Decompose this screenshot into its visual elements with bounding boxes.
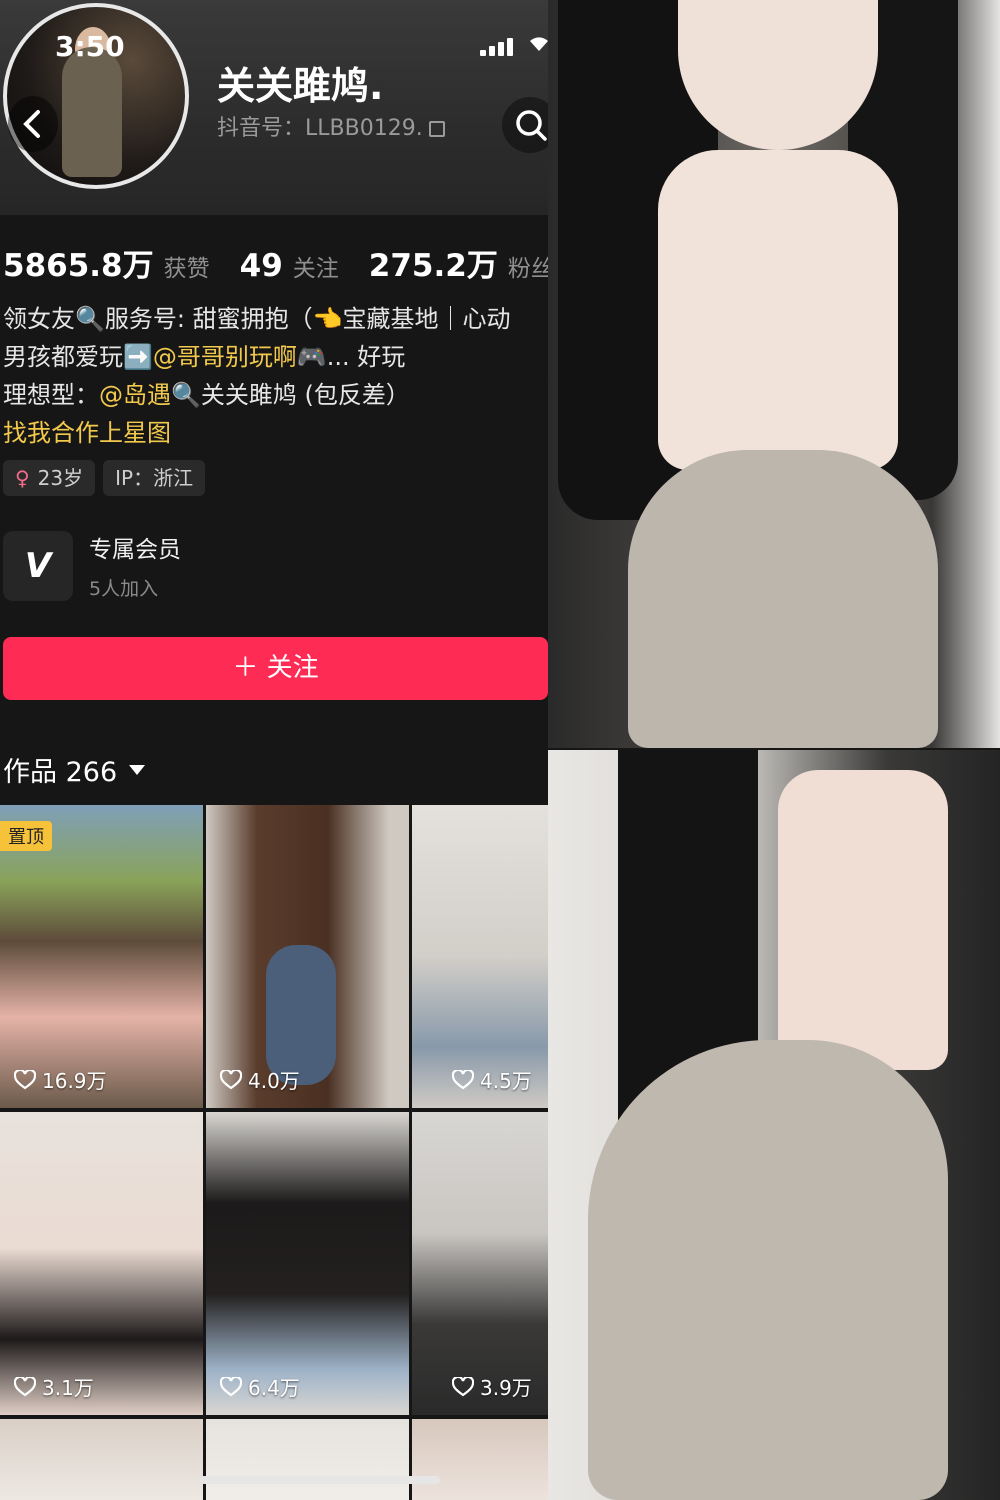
profile-tags: ♀ 23岁 IP：浙江	[3, 460, 206, 496]
bio-line-2: 男孩都爱玩➡️@哥哥别玩啊🎮... 好玩	[3, 343, 406, 371]
video-thumbnail[interactable]: 4.5万	[412, 805, 548, 1108]
membership-subtitle: 5人加入	[89, 578, 159, 600]
chevron-left-icon	[23, 110, 40, 138]
followers-label[interactable]: 粉丝	[508, 249, 548, 283]
female-icon: ♀	[15, 466, 30, 490]
mention-link[interactable]: @哥哥别玩啊🎮	[153, 343, 327, 371]
caret-down-icon	[129, 764, 146, 775]
search-button[interactable]	[502, 97, 548, 153]
username: 关关雎鸠.	[217, 64, 384, 108]
vip-icon: V	[3, 530, 73, 601]
photo-bottom	[548, 750, 1000, 1500]
search-icon	[516, 110, 547, 141]
copy-icon[interactable]	[428, 121, 445, 137]
video-thumbnail[interactable]: 3.9万	[412, 1112, 548, 1415]
video-thumbnail[interactable]: 6.4万	[206, 1112, 409, 1415]
wifi-icon	[528, 36, 548, 52]
heart-icon	[14, 1069, 36, 1089]
video-likes: 16.9万	[14, 1065, 107, 1094]
membership-title: 专属会员	[89, 537, 181, 563]
pinned-badge: 置顶	[0, 821, 52, 851]
home-indicator	[200, 1476, 440, 1484]
heart-icon	[220, 1376, 242, 1396]
heart-icon	[14, 1376, 36, 1396]
bio-line-3: 理想型：@岛遇🔍关关雎鸠 (包反差）	[3, 381, 410, 409]
video-thumbnail[interactable]	[412, 1419, 548, 1500]
mention-link[interactable]: @岛遇🔍	[99, 381, 201, 409]
following-label[interactable]: 关注	[293, 249, 339, 283]
heart-icon	[452, 1376, 474, 1396]
collab-link[interactable]: 找我合作上星图	[3, 414, 548, 452]
video-likes: 4.0万	[220, 1065, 300, 1094]
following-count[interactable]: 49	[240, 248, 283, 284]
video-likes: 4.5万	[452, 1065, 532, 1094]
douyin-id: 抖音号：LLBB0129.	[217, 110, 445, 142]
profile-screen: 3:50 关关雎鸠. 抖音号：LLBB0129. 5865.8万 获赞 49 关…	[0, 0, 548, 1500]
likes-count: 5865.8万	[3, 248, 154, 284]
video-thumbnail[interactable]	[206, 1419, 409, 1500]
membership-entry[interactable]: V 专属会员 5人加入	[3, 530, 181, 601]
video-likes: 3.9万	[452, 1372, 532, 1401]
profile-stats: 5865.8万 获赞 49 关注 275.2万 粉丝	[3, 240, 548, 285]
follow-button[interactable]: ＋ 关注	[3, 637, 548, 700]
heart-icon	[220, 1069, 242, 1089]
video-likes: 6.4万	[220, 1372, 300, 1401]
heart-icon	[452, 1069, 474, 1089]
video-thumbnail[interactable]: 置顶 16.9万	[0, 805, 203, 1108]
photo-top	[548, 0, 1000, 748]
likes-label: 获赞	[163, 256, 210, 282]
status-time: 3:50	[55, 30, 125, 63]
ip-tag: IP：浙江	[103, 460, 206, 496]
bio: 领女友🔍服务号: 甜蜜拥抱（👈宝藏基地｜心动 男孩都爱玩➡️@哥哥别玩啊🎮...…	[3, 300, 548, 452]
signal-icon	[480, 38, 513, 56]
video-likes: 3.1万	[14, 1372, 94, 1401]
age-tag: ♀ 23岁	[3, 460, 96, 496]
video-thumbnail[interactable]: 4.0万	[206, 805, 409, 1108]
followers-count[interactable]: 275.2万	[369, 240, 498, 285]
video-thumbnail[interactable]: 3.1万	[0, 1112, 203, 1415]
works-tab[interactable]: 作品 266	[3, 750, 146, 789]
back-button[interactable]	[8, 96, 58, 152]
bio-line-1: 领女友🔍服务号: 甜蜜拥抱（👈宝藏基地｜心动	[3, 305, 511, 333]
video-thumbnail[interactable]	[0, 1419, 203, 1500]
